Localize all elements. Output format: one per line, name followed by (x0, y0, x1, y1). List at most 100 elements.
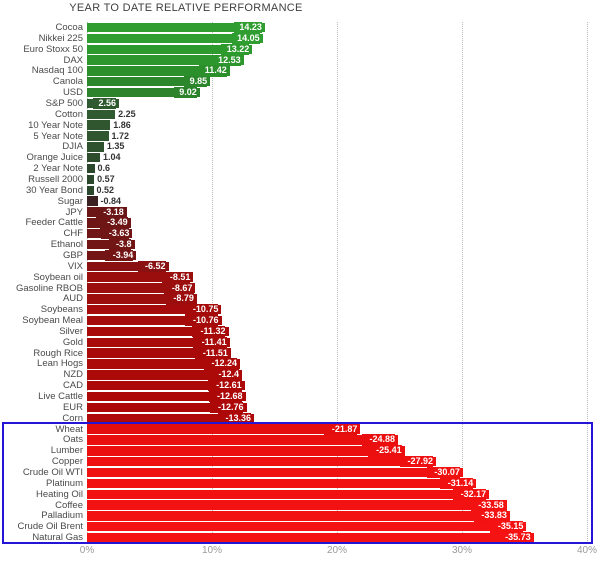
category-label: Lean Hogs (37, 358, 83, 370)
bar-row: Soybeans -10.75 (0, 304, 600, 316)
category-label: Feeder Cattle (25, 217, 83, 229)
category-label: Soybean Meal (22, 315, 83, 327)
bar-value-label: -8.51 (162, 271, 191, 283)
category-label: JPY (65, 206, 83, 218)
bar-value-label: -33.83 (473, 510, 507, 522)
bar-row: Palladium -33.83 (0, 510, 600, 522)
category-label: Soybean oil (33, 271, 83, 283)
bar-row: Crude Oil Brent -35.15 (0, 521, 600, 533)
bar-row: Wheat -21.87 (0, 423, 600, 435)
bar-value-label: -24.88 (361, 434, 395, 446)
category-label: Sugar (57, 195, 83, 207)
bar-row: Soybean Meal -10.76 (0, 315, 600, 327)
category-label: Nasdaq 100 (31, 65, 83, 77)
bar-value-label: -12.24 (203, 358, 237, 370)
bar-row: GBP -3.94 (0, 249, 600, 262)
category-label: VIX (67, 260, 83, 272)
axis-tick-label: 30% (451, 545, 473, 556)
category-label: Lumber (50, 445, 83, 457)
bar (87, 120, 111, 130)
bar (87, 185, 94, 195)
bar-row: DJIA 1.35 (0, 141, 600, 152)
bar-row: EUR -12.76 (0, 401, 600, 414)
bar (87, 109, 116, 120)
bar-value-label: -6.52 (137, 260, 166, 272)
bar-value-label: -31.14 (440, 477, 474, 490)
bar-value-label: -27.92 (399, 456, 433, 468)
bar-row: VIX -6.52 (0, 260, 600, 272)
bar-value-label: 2.25 (118, 108, 136, 119)
bar-row: 5 Year Note 1.72 (0, 131, 600, 142)
bar-value-label: -32.17 (452, 488, 487, 500)
bar-row: Canola 9.85 (0, 76, 600, 88)
bar (87, 456, 436, 467)
bar-row: 30 Year Bond 0.52 (0, 185, 600, 196)
category-label: DJIA (62, 141, 83, 153)
bar-row: CAD -12.61 (0, 380, 600, 392)
bar-value-label: -3.49 (99, 217, 128, 229)
bar (87, 163, 95, 174)
bar-value-label: -8.67 (164, 282, 193, 294)
category-label: Euro Stoxx 50 (23, 43, 83, 55)
bar-value-label: -3.18 (95, 206, 124, 218)
bar (87, 424, 361, 434)
bar-row: CHF -3.63 (0, 228, 600, 240)
bar-row: Gold -11.41 (0, 336, 600, 348)
category-label: CAD (62, 380, 83, 392)
category-label: AUD (62, 293, 83, 305)
bar-row: Russell 2000 0.57 (0, 174, 600, 185)
bar-value-label: -3.8 (108, 239, 132, 251)
bar-value-label: -3.63 (101, 228, 130, 240)
bar-value-label: 1.35 (106, 141, 125, 152)
bar (87, 153, 100, 163)
category-label: 2 Year Note (33, 163, 83, 175)
bar-row: AUD -8.79 (0, 293, 600, 305)
bar-row: Copper -27.92 (0, 456, 600, 468)
bar (87, 532, 534, 543)
bar-row: Gasoline RBOB -8.67 (0, 282, 600, 294)
bar (87, 446, 405, 456)
bar (87, 511, 510, 521)
category-label: Heating Oil (36, 488, 83, 500)
bar-value-label: -8.79 (165, 293, 194, 305)
bar-row: Platinum -31.14 (0, 477, 600, 490)
bar-row: Lean Hogs -12.24 (0, 358, 600, 370)
bar-row: Natural Gas -35.73 (0, 532, 600, 544)
bar-value-label: 1.72 (111, 130, 130, 141)
bar-row: Silver -11.32 (0, 325, 600, 338)
bar-value-label: 9.02 (173, 87, 197, 99)
category-label: 10 Year Note (28, 119, 83, 131)
bar (87, 478, 477, 489)
category-label: DAX (63, 54, 83, 66)
category-label: Silver (59, 325, 83, 337)
bar-row: Coffee -33.58 (0, 499, 600, 511)
chart-title: YEAR TO DATE RELATIVE PERFORMANCE (69, 2, 303, 14)
bar-value-label: 12.53 (212, 54, 241, 66)
bar-value-label: -25.41 (368, 445, 402, 457)
bar-row: Oats -24.88 (0, 434, 600, 446)
category-label: GBP (62, 249, 83, 261)
bar-row: JPY -3.18 (0, 206, 600, 218)
bar-row: Rough Rice -11.51 (0, 347, 600, 359)
category-label: Palladium (41, 510, 83, 522)
category-label: EUR (62, 401, 83, 413)
bar-value-label: 9.85 (184, 76, 208, 88)
bar-row: Lumber -25.41 (0, 445, 600, 457)
bar-value-label: -12.61 (208, 380, 242, 392)
category-label: NZD (63, 369, 83, 381)
bar-value-label: -30.07 (426, 467, 460, 479)
bar-value-label: 14.23 (233, 22, 262, 34)
bar-row: Cotton 2.25 (0, 109, 600, 120)
bar (87, 142, 104, 152)
bar-row: Live Cattle -12.68 (0, 391, 600, 403)
bar-row: Corn -13.36 (0, 412, 600, 424)
category-label: Cocoa (55, 22, 83, 33)
bar (87, 489, 490, 499)
bar-value-label: -35.73 (497, 532, 531, 544)
bar (87, 435, 398, 445)
bar (87, 467, 463, 478)
bar (87, 522, 527, 532)
bar-value-label: -33.58 (470, 499, 504, 511)
bar-value-label: 0.6 (97, 163, 111, 174)
bar-row: S&P 500 2.56 (0, 97, 600, 110)
